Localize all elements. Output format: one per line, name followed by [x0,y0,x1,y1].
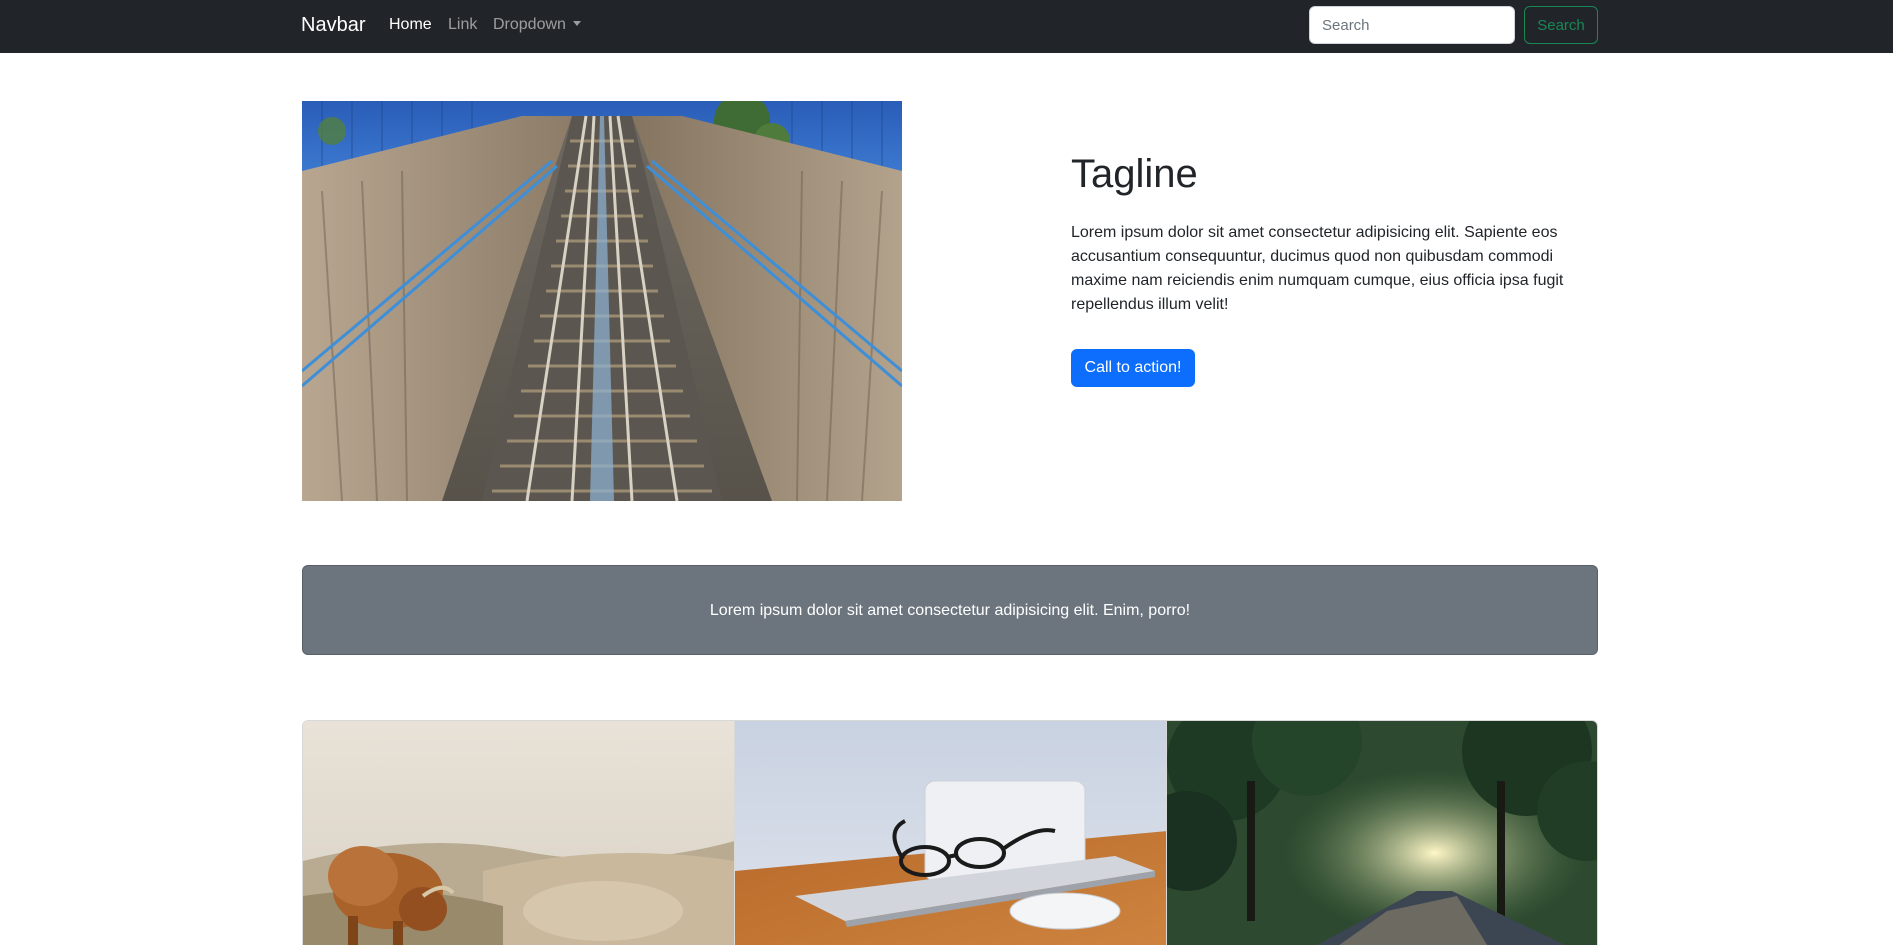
nav-dropdown-label: Dropdown [493,16,566,33]
nav-link-home[interactable]: Home [389,15,432,35]
card-image-laptop-glasses [734,721,1166,945]
banner-text: Lorem ipsum dolor sit amet consectetur a… [709,602,1191,619]
nav-link-link[interactable]: Link [448,15,477,35]
hero-image [302,101,902,501]
navbar: Navbar Home Link Dropdown Search [0,0,1893,53]
card-group [302,720,1598,945]
search-button[interactable]: Search [1524,6,1598,44]
nav-dropdown-toggle[interactable]: Dropdown [493,15,581,35]
caret-down-icon [572,21,581,26]
card-image-highland-cow [303,721,735,945]
hero-text: Lorem ipsum dolor sit amet consectetur a… [1071,224,1564,313]
card-image-forest-road [1165,721,1597,945]
navbar-brand[interactable]: Navbar [301,12,365,38]
info-banner: Lorem ipsum dolor sit amet consectetur a… [302,565,1598,655]
hero-title: Tagline [1071,152,1198,196]
call-to-action-button[interactable]: Call to action! [1071,349,1195,387]
search-input[interactable] [1309,6,1515,44]
